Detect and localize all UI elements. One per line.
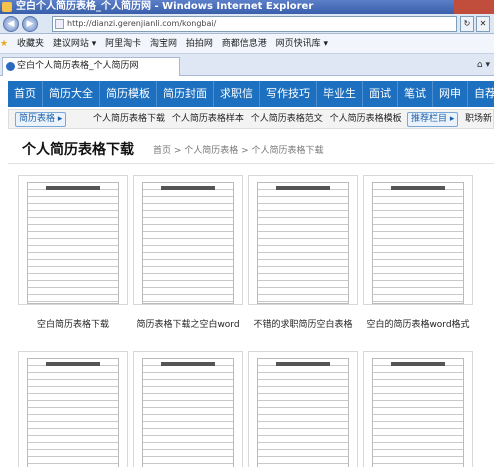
main-nav: 首页 简历大全 简历模板 简历封面 求职信 写作技巧 毕业生 面试 笔试 网申 …: [8, 81, 494, 107]
favorites-bar: ★ 收藏夹 建议网站 ▾ 阿里淘卡 淘宝网 拍拍网 商都信息港 网页快讯库 ▾: [0, 34, 494, 54]
category-button[interactable]: 简历表格 ▸: [15, 112, 67, 127]
resume-preview-image: [142, 358, 234, 467]
forward-button[interactable]: ▶: [22, 16, 38, 32]
tab-bar: 空白个人简历表格_个人简历网 ⌂ ▾: [0, 54, 494, 76]
back-button[interactable]: ◀: [3, 16, 19, 32]
tab-title: 空白个人简历表格_个人简历网: [17, 61, 139, 71]
page-content: 首页 简历大全 简历模板 简历封面 求职信 写作技巧 毕业生 面试 笔试 网申 …: [0, 77, 494, 467]
nav-item[interactable]: 写作技巧: [260, 81, 317, 107]
resume-preview-image: [372, 182, 464, 304]
resume-thumbnail[interactable]: [248, 351, 358, 467]
sub-nav-link[interactable]: 个人简历表格模板: [330, 114, 402, 124]
favorites-button[interactable]: 收藏夹: [17, 34, 44, 53]
favorites-item[interactable]: 网页快讯库 ▾: [276, 34, 328, 53]
window-titlebar: 空白个人简历表格_个人简历网 - Windows Internet Explor…: [0, 0, 494, 14]
nav-item[interactable]: 简历封面: [157, 81, 214, 107]
nav-item[interactable]: 简历模板: [100, 81, 157, 107]
resume-thumbnail[interactable]: [133, 351, 243, 467]
sub-nav-links: 个人简历表格下载 个人简历表格样本 个人简历表格范文 个人简历表格模板: [93, 110, 406, 128]
nav-item[interactable]: 网申: [433, 81, 468, 107]
sub-nav: 简历表格 ▸ 个人简历表格下载 个人简历表格样本 个人简历表格范文 个人简历表格…: [8, 109, 494, 129]
stop-button[interactable]: ✕: [476, 16, 490, 32]
divider: [8, 163, 494, 164]
sub-nav-link[interactable]: 个人简历表格样本: [172, 114, 244, 124]
resume-preview-image: [257, 358, 349, 467]
resume-preview-image: [372, 358, 464, 467]
thumbnail-caption[interactable]: 简历表格下载之空白word: [128, 317, 248, 330]
recommend-button[interactable]: 推荐栏目 ▸: [407, 112, 459, 127]
thumbnail-caption[interactable]: 空白简历表格下载: [13, 317, 133, 330]
favorites-item[interactable]: 商都信息港: [222, 34, 267, 53]
address-bar: ◀ ▶ http://dianzi.gerenjianli.com/kongba…: [0, 14, 494, 34]
nav-item[interactable]: 自荐书: [468, 81, 494, 107]
resume-thumbnail[interactable]: [363, 175, 473, 305]
resume-thumbnail[interactable]: [18, 175, 128, 305]
nav-item[interactable]: 求职信: [214, 81, 260, 107]
nav-item[interactable]: 毕业生: [317, 81, 363, 107]
favorites-star-icon: ★: [0, 39, 9, 49]
resume-preview-image: [257, 182, 349, 304]
nav-item[interactable]: 简历大全: [43, 81, 100, 107]
nav-item[interactable]: 面试: [363, 81, 398, 107]
url-text: http://dianzi.gerenjianli.com/kongbai/: [67, 19, 217, 28]
sub-nav-link[interactable]: 个人简历表格下载: [93, 114, 165, 124]
resume-thumbnail[interactable]: [363, 351, 473, 467]
favorites-item[interactable]: 建议网站 ▾: [53, 34, 96, 53]
nav-item[interactable]: 笔试: [398, 81, 433, 107]
thumbnail-caption[interactable]: 空白的简历表格word格式: [358, 317, 478, 330]
breadcrumb[interactable]: 首页 > 个人简历表格 > 个人简历表格下载: [153, 143, 324, 156]
page-icon: [55, 19, 64, 29]
resume-thumbnail[interactable]: [133, 175, 243, 305]
site-favicon-icon: [6, 62, 15, 71]
sub-nav-right-link[interactable]: 职场新: [465, 110, 492, 128]
sub-nav-link[interactable]: 个人简历表格范文: [251, 114, 323, 124]
resume-thumbnail[interactable]: [248, 175, 358, 305]
refresh-button[interactable]: ↻: [460, 16, 474, 32]
favorites-item[interactable]: 拍拍网: [186, 34, 213, 53]
page-title: 个人简历表格下载: [22, 142, 134, 158]
thumbnail-caption[interactable]: 不错的求职简历空白表格: [243, 317, 363, 330]
url-input[interactable]: http://dianzi.gerenjianli.com/kongbai/: [52, 16, 457, 32]
resume-preview-image: [27, 182, 119, 304]
favorites-item[interactable]: 阿里淘卡: [105, 34, 141, 53]
browser-tab[interactable]: 空白个人简历表格_个人简历网: [2, 57, 180, 76]
home-icon[interactable]: ⌂ ▾: [477, 58, 490, 72]
window-controls[interactable]: [454, 0, 494, 14]
resume-thumbnail[interactable]: [18, 351, 128, 467]
window-title: 空白个人简历表格_个人简历网 - Windows Internet Explor…: [16, 1, 314, 12]
ie-icon: [2, 2, 12, 12]
nav-item[interactable]: 首页: [8, 81, 43, 107]
resume-preview-image: [27, 358, 119, 467]
favorites-item[interactable]: 淘宝网: [150, 34, 177, 53]
resume-preview-image: [142, 182, 234, 304]
